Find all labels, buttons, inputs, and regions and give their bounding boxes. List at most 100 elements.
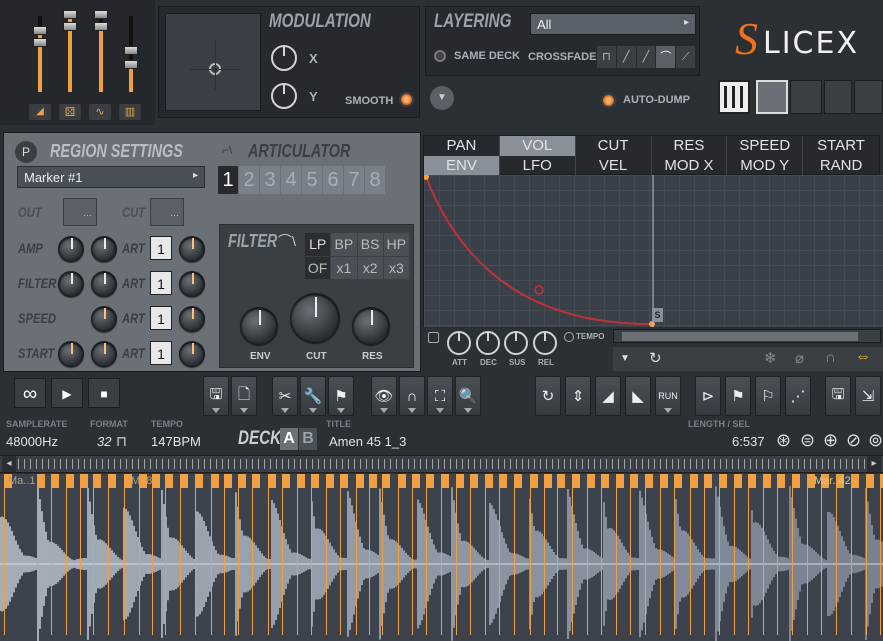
- fader-3[interactable]: [94, 10, 108, 92]
- smooth-led[interactable]: [401, 94, 412, 105]
- slice-marker-handle[interactable]: [587, 474, 595, 488]
- wrench-tool-button[interactable]: 🔧: [300, 376, 326, 416]
- slice-marker-line[interactable]: [297, 474, 298, 635]
- slice-marker-handle[interactable]: [326, 474, 334, 488]
- crossfade-square-icon[interactable]: ⊓: [597, 46, 616, 68]
- slice-marker-handle[interactable]: [645, 474, 653, 488]
- slice-marker-line[interactable]: [630, 474, 631, 635]
- xy-pad[interactable]: [165, 13, 261, 111]
- slice-marker-line[interactable]: [763, 474, 764, 635]
- env-scrollbar[interactable]: [613, 329, 881, 343]
- stretch-icon[interactable]: ⇔: [855, 348, 871, 366]
- normalize-button[interactable]: ⇕: [565, 376, 591, 416]
- slice-marker-line[interactable]: [485, 474, 486, 635]
- wave-icon[interactable]: ∿: [89, 104, 111, 120]
- slice-marker-line[interactable]: [530, 474, 531, 635]
- detect-button[interactable]: ⚐: [755, 376, 781, 416]
- play-button[interactable]: ▶: [51, 378, 83, 408]
- tempo-checkbox[interactable]: [564, 332, 574, 342]
- marker-select[interactable]: Marker #1 ▸: [17, 166, 205, 188]
- scroll-left-icon[interactable]: ◂: [2, 456, 16, 472]
- reel-icon[interactable]: ⊛: [776, 430, 791, 451]
- slice-marker-line[interactable]: [807, 474, 808, 635]
- stop-button[interactable]: ■: [88, 378, 120, 408]
- dice-icon[interactable]: ⚄: [59, 104, 81, 120]
- run-button[interactable]: RUN: [655, 376, 681, 416]
- slice-marker-handle[interactable]: [530, 474, 538, 488]
- filter-knob-2[interactable]: [91, 271, 117, 297]
- slice-marker-line[interactable]: [412, 474, 413, 635]
- articulator-tab-3[interactable]: 3: [260, 166, 280, 194]
- slice-marker-line[interactable]: [252, 474, 253, 635]
- crossfade-smooth-icon[interactable]: ⌒: [656, 46, 676, 68]
- slice-marker-line[interactable]: [690, 474, 691, 635]
- slice-marker-line[interactable]: [4, 474, 5, 635]
- same-deck-radio[interactable]: [434, 50, 446, 62]
- slice-marker-line[interactable]: [616, 474, 617, 635]
- slice-marker-line[interactable]: [792, 474, 793, 635]
- slice-marker-line[interactable]: [456, 474, 457, 635]
- scroll-right-icon[interactable]: ▸: [867, 456, 881, 472]
- slice-marker-handle[interactable]: [704, 474, 712, 488]
- slice-marker-handle[interactable]: [412, 474, 420, 488]
- slice-marker-handle[interactable]: [866, 474, 874, 488]
- view-layout-1-button[interactable]: [756, 80, 788, 114]
- slice-marker-handle[interactable]: [557, 474, 565, 488]
- slice-marker-handle[interactable]: [93, 474, 101, 488]
- slice-marker-handle[interactable]: [616, 474, 624, 488]
- slice-marker-line[interactable]: [441, 474, 442, 635]
- filter-res-knob[interactable]: [352, 307, 390, 345]
- slice-marker-handle[interactable]: [165, 474, 173, 488]
- crossfade-linear-icon[interactable]: ╱: [616, 46, 636, 68]
- loop-button[interactable]: ∞: [14, 378, 46, 408]
- slice-marker-handle[interactable]: [108, 474, 116, 488]
- slice-marker-line[interactable]: [734, 474, 735, 635]
- art-knob[interactable]: [179, 236, 205, 262]
- filter-type-x2[interactable]: x2: [357, 256, 383, 279]
- slice-marker-handle[interactable]: [514, 474, 522, 488]
- slice-marker-line[interactable]: [356, 474, 357, 635]
- slice-marker-handle[interactable]: [734, 474, 742, 488]
- slice-marker-line[interactable]: [851, 474, 852, 635]
- slice-marker-line[interactable]: [514, 474, 515, 635]
- slice-marker-handle[interactable]: [674, 474, 682, 488]
- slice-marker-line[interactable]: [37, 474, 38, 635]
- slice-marker-handle[interactable]: [456, 474, 464, 488]
- fader-4[interactable]: [124, 16, 138, 92]
- add-marker-button[interactable]: ⚑: [725, 376, 751, 416]
- slice-marker-line[interactable]: [139, 474, 140, 635]
- env-tab-rand[interactable]: RAND: [803, 156, 879, 176]
- sustain-marker[interactable]: S: [652, 308, 663, 322]
- slice-marker-handle[interactable]: [572, 474, 580, 488]
- slice-marker-line[interactable]: [601, 474, 602, 635]
- slice-marker-line[interactable]: [660, 474, 661, 635]
- filter-env-knob[interactable]: [240, 307, 278, 345]
- env-tab-pan[interactable]: PAN: [424, 136, 500, 156]
- slice-marker-handle[interactable]: [356, 474, 364, 488]
- view-layout-3-button[interactable]: [824, 80, 852, 114]
- slice-marker-handle[interactable]: [51, 474, 59, 488]
- slice-marker-handle[interactable]: [441, 474, 449, 488]
- link-icon[interactable]: ⌀: [795, 349, 804, 367]
- slice-marker-line[interactable]: [311, 474, 312, 635]
- view-layout-2-button[interactable]: [790, 80, 822, 114]
- slash-circle-icon[interactable]: ⊘: [846, 430, 861, 451]
- env-tab-speed[interactable]: SPEED: [727, 136, 804, 156]
- articulator-tab-7[interactable]: 7: [344, 166, 364, 194]
- slice-marker-handle[interactable]: [485, 474, 493, 488]
- slice-marker-handle[interactable]: [311, 474, 319, 488]
- articulator-tab-8[interactable]: 8: [365, 166, 385, 194]
- reverse-button[interactable]: ↻: [535, 376, 561, 416]
- slice-marker-handle[interactable]: [369, 474, 377, 488]
- view-layout-4-button[interactable]: [854, 80, 883, 114]
- equal-icon[interactable]: ⊜: [800, 430, 815, 451]
- articulator-tab-2[interactable]: 2: [239, 166, 259, 194]
- slice-marker-handle[interactable]: [544, 474, 552, 488]
- filter-type-x1[interactable]: x1: [331, 256, 357, 279]
- slice-marker-line[interactable]: [426, 474, 427, 635]
- slice-marker-line[interactable]: [282, 474, 283, 635]
- slice-marker-handle[interactable]: [268, 474, 276, 488]
- deck-a-button[interactable]: A: [280, 428, 298, 450]
- deck-b-button[interactable]: B: [299, 428, 317, 450]
- layer-select[interactable]: All ▸: [530, 13, 696, 35]
